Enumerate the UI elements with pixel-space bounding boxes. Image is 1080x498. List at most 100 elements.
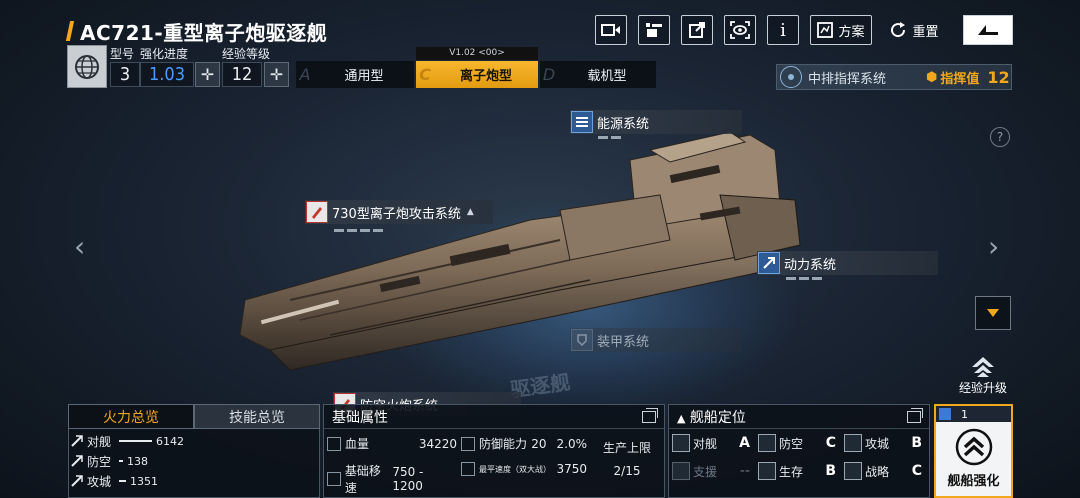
firepower-bar	[119, 440, 152, 442]
defense-label: 防御能力	[479, 437, 528, 451]
position-cell-survival[interactable]: 生存 B	[758, 460, 844, 482]
expand-up-icon: ▲	[466, 207, 474, 217]
command-value-label: 指挥值	[940, 71, 980, 87]
anti-air-icon	[71, 455, 83, 467]
firepower-label: 攻城	[87, 474, 112, 489]
stat-label-level: 经验等级	[222, 47, 271, 61]
missile-icon	[306, 201, 328, 223]
tab-label: 载机型	[587, 69, 627, 84]
chevron-left-icon: ‹	[74, 230, 86, 263]
ion-cannon-system-text: 730型离子炮攻击系统	[332, 206, 461, 222]
gear-icon	[939, 408, 951, 420]
anti-air-icon	[758, 434, 776, 452]
progress-adjust-button[interactable]: ✛	[195, 62, 220, 87]
turret-icon	[646, 23, 662, 37]
enhance-counter: 1	[936, 406, 1011, 422]
eye-focus-icon	[730, 21, 750, 39]
tab-skill-overview[interactable]: 技能总览	[194, 404, 320, 429]
tab-firepower-overview[interactable]: 火力总览	[68, 404, 194, 429]
next-ship-button[interactable]: ›	[988, 230, 999, 263]
position-cell-strategy[interactable]: 战略 C	[844, 460, 926, 482]
command-value: 12	[987, 67, 1010, 87]
version-label: V1.02 <00>	[416, 47, 538, 60]
ship-enhance-button[interactable]: 1 舰船强化	[934, 404, 1013, 498]
help-button[interactable]: ?	[990, 127, 1010, 147]
help-icon: ?	[996, 130, 1004, 144]
reset-button-label: 重置	[912, 24, 939, 40]
firepower-value: 138	[127, 454, 148, 468]
energy-system-label[interactable]: 能源系统	[570, 110, 742, 134]
cruise-value: 3750	[556, 462, 587, 476]
ship-position-title-wrap: ▲ 舰船定位	[677, 407, 746, 427]
tab-label: 通用型	[344, 69, 384, 84]
plan-button[interactable]: 方案	[810, 15, 872, 45]
firepower-value: 1351	[130, 474, 158, 488]
position-cell-ship[interactable]: 对舰 A	[672, 432, 758, 454]
defense-value: 20	[531, 436, 547, 451]
command-system-bar[interactable]: 中排指挥系统 ⬢ 指挥值 12	[776, 64, 1012, 90]
info-button[interactable]: i	[767, 15, 799, 45]
external-link-icon	[689, 22, 705, 38]
stat-model-value: 3	[110, 62, 140, 87]
share-button[interactable]	[681, 15, 713, 45]
hp-value: 34220	[418, 436, 457, 451]
ion-cannon-system-label[interactable]: 730型离子炮攻击系统 ▲	[305, 200, 493, 224]
tab-carrier[interactable]: D 载机型	[540, 61, 656, 88]
turret-view-button[interactable]	[638, 15, 670, 45]
energy-system-text: 能源系统	[597, 116, 650, 132]
cruise-icon	[461, 462, 475, 476]
copy-icon[interactable]	[642, 407, 658, 423]
reset-button[interactable]: 重置	[884, 15, 944, 45]
position-cell-support[interactable]: 支援 --	[672, 460, 758, 482]
production-label: 生产上限	[602, 441, 651, 455]
power-system-label[interactable]: 动力系统	[757, 251, 938, 275]
position-grade: A	[739, 435, 750, 451]
speed-label: 基础移速	[344, 464, 381, 495]
position-cell-siege[interactable]: 攻城 B	[844, 432, 926, 454]
firepower-row-air: 防空 138	[70, 451, 320, 471]
tab-general[interactable]: A 通用型	[296, 61, 414, 88]
back-button[interactable]	[963, 15, 1013, 45]
view-mode-button[interactable]	[724, 15, 756, 45]
position-grade: --	[739, 463, 750, 479]
position-label: 攻城	[865, 436, 890, 451]
collapse-toggle-button[interactable]	[975, 296, 1011, 330]
position-grade: C	[825, 435, 836, 451]
stat-labels: 型号 强化进度 经验等级	[110, 45, 292, 62]
plan-button-label: 方案	[838, 24, 865, 40]
support-icon	[672, 462, 690, 480]
back-arrow-icon	[978, 25, 998, 35]
firepower-row-siege: 攻城 1351	[70, 471, 320, 491]
ship-title: AC721-重型离子炮驱逐舰	[65, 18, 327, 45]
power-system-text: 动力系统	[784, 257, 837, 273]
speed-icon	[327, 472, 341, 486]
experience-upgrade-button[interactable]: 经验升级	[953, 346, 1013, 396]
position-cell-air[interactable]: 防空 C	[758, 432, 844, 454]
base-attributes-header: 基础属性	[324, 405, 664, 429]
position-label: 生存	[779, 464, 804, 479]
ion-slot-pips	[334, 229, 383, 232]
level-adjust-button[interactable]: ✛	[264, 62, 289, 87]
firepower-bar	[119, 460, 123, 462]
defense-percent: 2.0%	[556, 436, 588, 451]
armor-system-label[interactable]: 装甲系统	[570, 328, 742, 352]
rank-chevron-icon	[955, 428, 992, 466]
firepower-row-ship: 对舰 6142	[70, 431, 320, 451]
anti-ship-icon	[71, 435, 83, 447]
refresh-icon	[891, 22, 906, 38]
copy-icon[interactable]	[907, 407, 923, 423]
siege-icon	[844, 434, 862, 452]
cruise-attr: 最平速度（双大战） 3750	[461, 462, 587, 476]
enhance-count: 1	[961, 407, 968, 421]
video-button[interactable]	[595, 15, 627, 45]
prev-ship-button[interactable]: ‹	[74, 230, 85, 263]
firepower-tabs: 火力总览 技能总览	[68, 404, 320, 429]
globe-icon	[75, 54, 99, 79]
ship-emblem[interactable]	[67, 45, 107, 88]
triangle-down-icon	[987, 309, 999, 317]
info-icon: i	[780, 19, 786, 41]
triangle-up-icon: ▲	[677, 411, 686, 425]
position-label: 对舰	[693, 436, 718, 451]
tab-ion-cannon[interactable]: C 离子炮型	[416, 61, 538, 88]
tab-label: 离子炮型	[459, 69, 512, 84]
